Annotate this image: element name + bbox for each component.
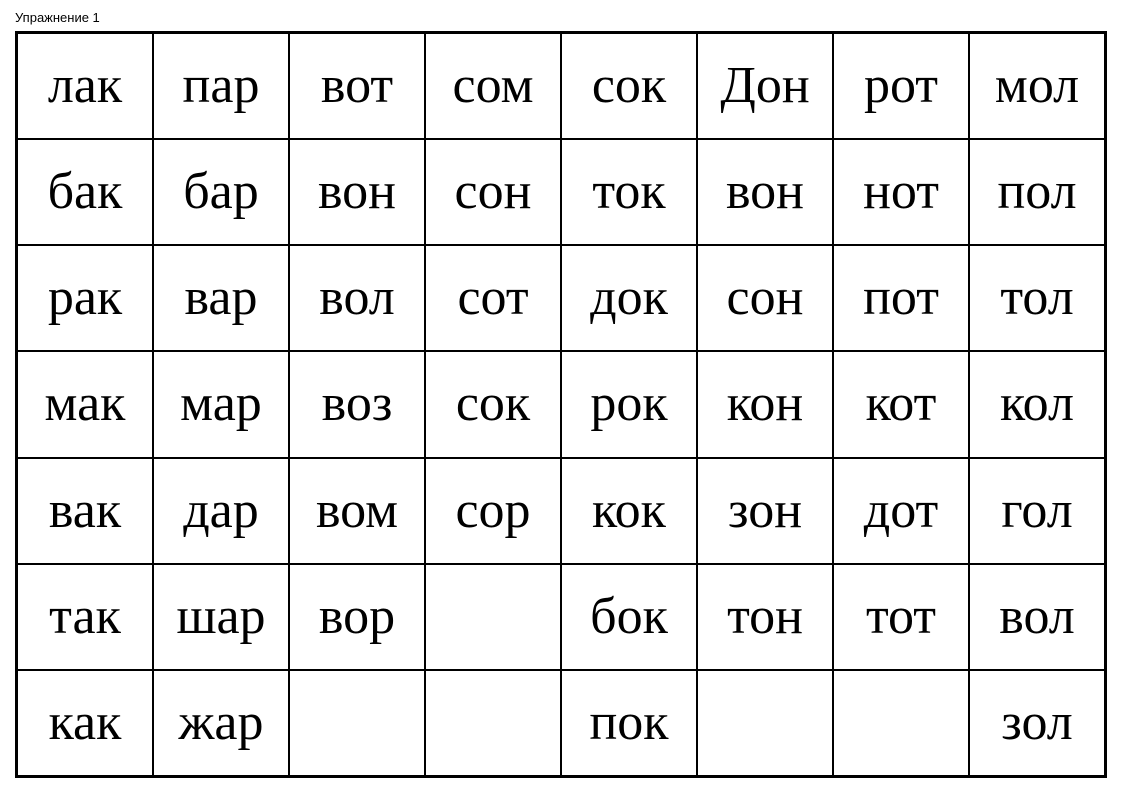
exercise-title: Упражнение 1	[15, 10, 1107, 25]
grid-cell: кок	[561, 458, 697, 564]
grid-cell: вол	[969, 564, 1105, 670]
grid-cell: док	[561, 245, 697, 351]
grid-cell: воз	[289, 351, 425, 457]
grid-cell: сок	[425, 351, 561, 457]
grid-cell: бок	[561, 564, 697, 670]
grid-cell: мак	[17, 351, 153, 457]
grid-cell: пол	[969, 139, 1105, 245]
grid-cell: вар	[153, 245, 289, 351]
grid-cell: сом	[425, 33, 561, 139]
grid-cell: сон	[697, 245, 833, 351]
grid-cell: так	[17, 564, 153, 670]
grid-cell: гол	[969, 458, 1105, 564]
grid-cell: пар	[153, 33, 289, 139]
grid-cell: ток	[561, 139, 697, 245]
word-grid: лакпарвотсомсокДонротмолбакбарвонсонтокв…	[15, 31, 1107, 778]
grid-cell: кол	[969, 351, 1105, 457]
grid-cell: сок	[561, 33, 697, 139]
grid-cell: бар	[153, 139, 289, 245]
grid-cell	[833, 670, 969, 776]
grid-cell: рок	[561, 351, 697, 457]
grid-cell: сон	[425, 139, 561, 245]
grid-cell: зон	[697, 458, 833, 564]
grid-cell	[425, 670, 561, 776]
grid-cell: кон	[697, 351, 833, 457]
grid-cell: вом	[289, 458, 425, 564]
grid-cell: рак	[17, 245, 153, 351]
grid-cell: сот	[425, 245, 561, 351]
grid-cell: пок	[561, 670, 697, 776]
grid-cell: вон	[697, 139, 833, 245]
grid-cell: вак	[17, 458, 153, 564]
grid-cell: тот	[833, 564, 969, 670]
grid-cell: вот	[289, 33, 425, 139]
grid-cell: рот	[833, 33, 969, 139]
grid-cell: вор	[289, 564, 425, 670]
grid-cell	[425, 564, 561, 670]
grid-cell: дар	[153, 458, 289, 564]
grid-cell: вон	[289, 139, 425, 245]
grid-cell: бак	[17, 139, 153, 245]
grid-cell: нот	[833, 139, 969, 245]
grid-cell: шар	[153, 564, 289, 670]
grid-cell: зол	[969, 670, 1105, 776]
grid-cell	[697, 670, 833, 776]
grid-cell: сор	[425, 458, 561, 564]
grid-cell	[289, 670, 425, 776]
grid-cell: мар	[153, 351, 289, 457]
grid-cell: жар	[153, 670, 289, 776]
grid-cell: дот	[833, 458, 969, 564]
grid-cell: Дон	[697, 33, 833, 139]
grid-cell: кот	[833, 351, 969, 457]
grid-cell: пот	[833, 245, 969, 351]
grid-cell: мол	[969, 33, 1105, 139]
grid-cell: лак	[17, 33, 153, 139]
grid-cell: тол	[969, 245, 1105, 351]
grid-cell: вол	[289, 245, 425, 351]
grid-cell: как	[17, 670, 153, 776]
grid-cell: тон	[697, 564, 833, 670]
